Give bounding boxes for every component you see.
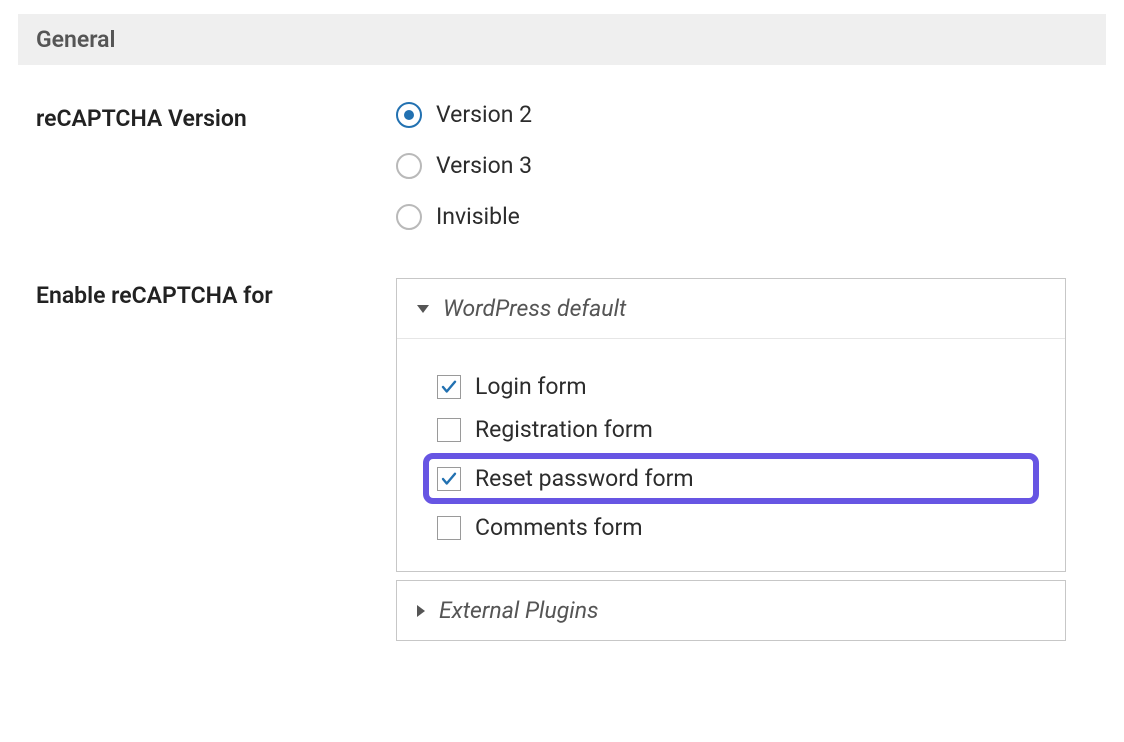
accordion-title: WordPress default [443, 295, 626, 322]
radio-group-version: Version 2 Version 3 Invisible [396, 101, 1066, 230]
checkbox-label: Reset password form [475, 465, 694, 492]
label-enable-recaptcha-for: Enable reCAPTCHA for [18, 278, 396, 309]
checkbox-label: Registration form [475, 416, 653, 443]
radio-invisible[interactable]: Invisible [396, 203, 1066, 230]
radio-dot-icon [404, 110, 414, 120]
accordion-wordpress-default: WordPress default Login form Registratio… [396, 278, 1066, 572]
checkbox-reset-password-form[interactable]: Reset password form [423, 453, 1039, 504]
field-enable-recaptcha-for: WordPress default Login form Registratio… [396, 278, 1106, 649]
checkbox-icon [437, 375, 461, 399]
label-recaptcha-version: reCAPTCHA Version [18, 101, 396, 132]
radio-version-3[interactable]: Version 3 [396, 152, 1066, 179]
checkbox-icon [437, 467, 461, 491]
radio-label: Version 3 [436, 152, 532, 179]
radio-circle-icon [396, 204, 422, 230]
radio-circle-icon [396, 102, 422, 128]
row-recaptcha-version: reCAPTCHA Version Version 2 Version 3 In… [18, 101, 1106, 230]
field-recaptcha-version: Version 2 Version 3 Invisible [396, 101, 1106, 230]
checkbox-label: Comments form [475, 514, 643, 541]
checkbox-login-form[interactable]: Login form [427, 365, 1035, 408]
section-header-general: General [18, 14, 1106, 65]
checkbox-registration-form[interactable]: Registration form [427, 408, 1035, 451]
section-title: General [36, 26, 116, 53]
accordion-title: External Plugins [439, 597, 599, 624]
checkbox-icon [437, 516, 461, 540]
radio-label: Version 2 [436, 101, 532, 128]
chevron-down-icon [417, 305, 429, 313]
row-enable-recaptcha-for: Enable reCAPTCHA for WordPress default L… [18, 278, 1106, 649]
accordion-body-wordpress-default: Login form Registration form Reset passw… [397, 339, 1065, 571]
radio-label: Invisible [436, 203, 520, 230]
radio-circle-icon [396, 153, 422, 179]
checkbox-label: Login form [475, 373, 587, 400]
checkbox-comments-form[interactable]: Comments form [427, 506, 1035, 549]
radio-version-2[interactable]: Version 2 [396, 101, 1066, 128]
chevron-right-icon [417, 605, 425, 617]
accordion-external-plugins: External Plugins [396, 580, 1066, 641]
accordion-header-wordpress-default[interactable]: WordPress default [397, 279, 1065, 339]
checkbox-icon [437, 418, 461, 442]
accordion-header-external-plugins[interactable]: External Plugins [397, 581, 1065, 640]
